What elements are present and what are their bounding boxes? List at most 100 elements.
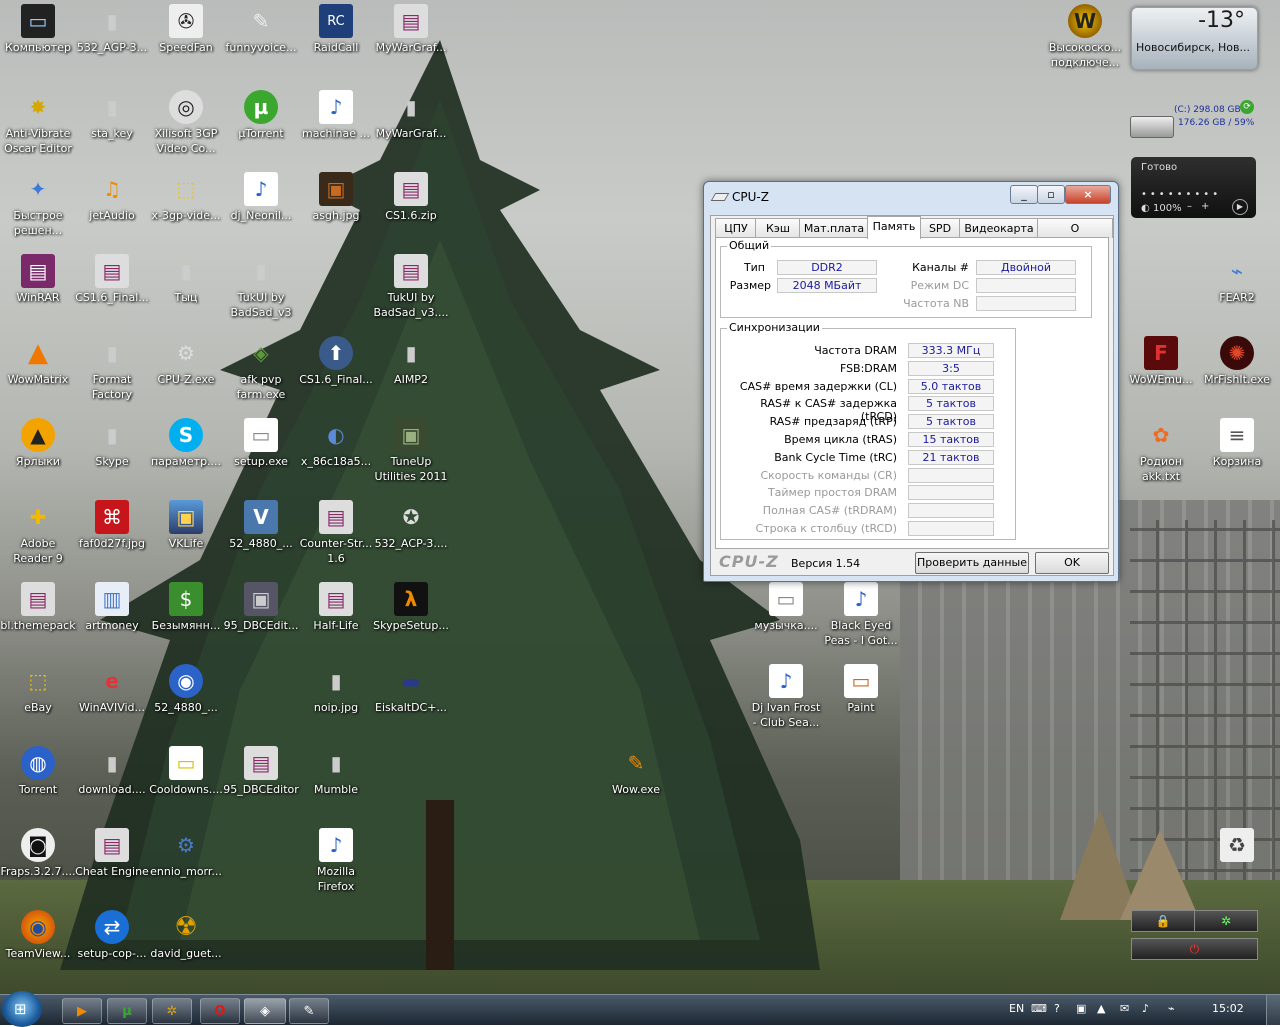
desktop-icon-cs16-final-folder[interactable]: ▮ AIMP2 bbox=[373, 336, 449, 387]
desktop-icon-anti-vibrate[interactable]: ✸ Anti-Vibrate Oscar Editor bbox=[0, 90, 76, 156]
desktop-icon-shortcuts[interactable]: ▮ Skype bbox=[74, 418, 150, 469]
ok-button[interactable]: OK bbox=[1035, 552, 1109, 574]
desktop-icon-half-life[interactable]: λ SkypeSetup... bbox=[373, 582, 449, 633]
desktop-icon-532-agp[interactable]: ▮ 532_AGP-3... bbox=[74, 4, 150, 55]
desktop-icon-wowemu[interactable]: ✺ MrFishIt.exe bbox=[1199, 336, 1275, 387]
desktop-icon-wowmatrix[interactable]: ▮ Format Factory bbox=[74, 336, 150, 402]
desktop-icon-eiskalt[interactable]: ◍ Torrent bbox=[0, 746, 76, 797]
desktop-icon-vlc[interactable]: ▲ WowMatrix bbox=[0, 336, 76, 387]
desktop-icon-cooldowns[interactable]: ▤ 95_DBCEditor bbox=[223, 746, 299, 797]
desktop-icon-ebay[interactable]: e WinAVIVid... bbox=[74, 664, 150, 715]
restart-button[interactable]: ✲ bbox=[1194, 910, 1258, 932]
keyboard-icon[interactable]: ⌨ bbox=[1031, 1002, 1047, 1015]
close-button[interactable]: × bbox=[1065, 185, 1111, 204]
desktop-icon-mywargraf-archive[interactable]: ▤ MyWarGraf... bbox=[373, 4, 449, 55]
desktop-icon-raidcall[interactable]: RC RaidCall bbox=[298, 4, 374, 55]
envelope-icon[interactable]: ✉ bbox=[1120, 1002, 1129, 1015]
desktop-icon-torrent[interactable]: ▮ download.... bbox=[74, 746, 150, 797]
taskbar-media-player[interactable]: ▶ bbox=[62, 998, 102, 1024]
tab-mainboard[interactable]: Мат.плата bbox=[799, 218, 869, 238]
desktop-icon-tukui-archive[interactable]: ▤ TukUI by BadSad_v3.... bbox=[373, 254, 449, 320]
raidcall-tray-icon[interactable]: ▣ bbox=[1076, 1002, 1086, 1015]
cpuz-titlebar[interactable]: CPU-Z _ ▫ × bbox=[704, 182, 1118, 210]
desktop-icon-wow[interactable]: W Высокоско... подключе... bbox=[1047, 4, 1123, 70]
power-button[interactable]: ⏻ bbox=[1131, 938, 1258, 960]
desktop-icon-aimp2[interactable]: ▲ Ярлыки bbox=[0, 418, 76, 469]
desktop-icon-winavi[interactable]: ◉ 52_4880_... bbox=[148, 664, 224, 715]
desktop-icon-parameters[interactable]: ▭ setup.exe bbox=[223, 418, 299, 469]
desktop-icon-paint[interactable]: ✎ Wow.exe bbox=[598, 746, 674, 797]
volume-up-icon[interactable]: + bbox=[1201, 201, 1209, 212]
minimize-button[interactable]: _ bbox=[1010, 185, 1038, 204]
validate-button[interactable]: Проверить данные bbox=[915, 552, 1029, 574]
desktop-icon-bl-themepack[interactable]: ▥ artmoney bbox=[74, 582, 150, 633]
desktop-icon-music[interactable]: ♪ Black Eyed Peas - I Got... bbox=[823, 582, 899, 648]
desktop-icon-dj-neonil[interactable]: ♪ dj_Neonil... bbox=[223, 172, 299, 223]
desktop-icon-vklife[interactable]: V 52_4880_... bbox=[223, 500, 299, 551]
desktop-icon-black-eyed-peas[interactable]: ♪ Dj Ivan Frost - Club Sea... bbox=[748, 664, 824, 730]
desktop-icon-ennio[interactable]: ♪ Mozilla Firefox bbox=[298, 828, 374, 894]
maximize-button[interactable]: ▫ bbox=[1037, 185, 1065, 204]
desktop-icon-cs16-zip[interactable]: ▤ CS1.6.zip bbox=[373, 172, 449, 223]
weather-gadget[interactable]: -13° Новосибирск, Нов... bbox=[1131, 7, 1258, 70]
desktop-icon-adobe-reader[interactable]: ⌘ faf0d27f.jpg bbox=[74, 500, 150, 551]
desktop-icon-speedfan[interactable]: ✇ SpeedFan bbox=[148, 4, 224, 55]
desktop-icon-95-dbceditor[interactable]: ▮ Mumble bbox=[298, 746, 374, 797]
desktop-icon-skype[interactable]: Sпараметр.... bbox=[148, 418, 224, 469]
volume-down-icon[interactable]: – bbox=[1187, 201, 1192, 212]
drive-gadget[interactable]: (C:) 298.08 GB 176.26 GB / 59% ⟳ bbox=[1130, 100, 1260, 142]
taskbar-app-3[interactable]: ✲ bbox=[152, 998, 192, 1024]
start-button[interactable]: ⊞ bbox=[2, 991, 42, 1027]
desktop-icon-95-dbcedit-archive[interactable]: ▤ Half-Life bbox=[298, 582, 374, 633]
tab-graphics[interactable]: Видеокарта bbox=[959, 218, 1039, 238]
desktop-icon-asgh[interactable]: ▣ asgh.jpg bbox=[298, 172, 374, 223]
desktop-icon-faf0d27f[interactable]: ▣ VKLife bbox=[148, 500, 224, 551]
player-gadget[interactable]: Готово ••••••••• ◐ 100% – + ▶ bbox=[1131, 157, 1256, 218]
speaker-icon[interactable]: ♪ bbox=[1142, 1002, 1149, 1015]
tab-spd[interactable]: SPD bbox=[919, 218, 961, 238]
taskbar-utorrent[interactable]: µ bbox=[107, 998, 147, 1024]
desktop-icon-532-acp[interactable]: ▤ bl.themepack bbox=[0, 582, 76, 633]
desktop-icon-jetaudio[interactable]: ♫ jetAudio bbox=[74, 172, 150, 223]
desktop-icon-counter-strike[interactable]: ✪ 532_ACP-3.... bbox=[373, 500, 449, 551]
desktop-icon-rodion-akk[interactable]: ≡ Корзина bbox=[1199, 418, 1275, 469]
desktop-icon-sta-key[interactable]: ▮ sta_key bbox=[74, 90, 150, 141]
desktop-icon-mywargraf-folder[interactable]: ▮ MyWarGraf... bbox=[373, 90, 449, 141]
taskbar-paint[interactable]: ✎ bbox=[289, 998, 329, 1024]
desktop-icon-noip[interactable]: ▬ EiskaltDC+... bbox=[373, 664, 449, 715]
desktop-icon-xilisoft[interactable]: ◎ Xilisoft 3GP Video Co... bbox=[148, 90, 224, 156]
network-tray-icon[interactable]: ⌁ bbox=[1168, 1002, 1175, 1015]
desktop-icon-fast-solution[interactable]: ✦ Быстрое решен... bbox=[0, 172, 76, 238]
volume-icon[interactable]: ◐ bbox=[1141, 203, 1150, 214]
desktop-icon-broadband[interactable]: ⌁ FEAR2 bbox=[1199, 254, 1275, 305]
desktop-icon-utorrent[interactable]: µ µTorrent bbox=[223, 90, 299, 141]
desktop-icon-52-4880-folder[interactable]: ▮ noip.jpg bbox=[298, 664, 374, 715]
desktop-icon-teamviewer[interactable]: ⇄ setup-cop-... bbox=[74, 910, 150, 961]
taskbar-cpuz[interactable]: ◈ bbox=[244, 998, 286, 1024]
desktop-icon-funnyvoice[interactable]: ✎ funnyvoice... bbox=[223, 4, 299, 55]
desktop-icon-afk-pvp[interactable]: ⬆ CS1.6_Final... bbox=[298, 336, 374, 387]
desktop-icon-cpuz[interactable]: ◈ afk pvp farm.exe bbox=[223, 336, 299, 402]
desktop-icon-david-guetta[interactable]: ▭ музычка.... bbox=[748, 582, 824, 633]
play-icon[interactable]: ▶ bbox=[1232, 199, 1248, 215]
desktop-icon-x86c18a5[interactable]: ▣ TuneUp Utilities 2011 bbox=[373, 418, 449, 484]
desktop-icon-computer[interactable]: ▭ Компьютер bbox=[0, 4, 76, 55]
desktop-icon-setup-exe[interactable]: ◐ x_86c18a5... bbox=[298, 418, 374, 469]
desktop-icon-fraps[interactable]: ▤ Cheat Engine bbox=[74, 828, 150, 879]
desktop-icon-tyts[interactable]: ▮ Тыц bbox=[148, 254, 224, 305]
tab-cache[interactable]: Кэш bbox=[755, 218, 801, 238]
desktop-icon-artmoney[interactable]: $ Безымянн... bbox=[148, 582, 224, 633]
desktop-icon-firefox[interactable]: ◉ TeamView... bbox=[0, 910, 76, 961]
desktop-icon-setup-cop[interactable]: ☢ david_guet... bbox=[148, 910, 224, 961]
desktop-icon-tuneup[interactable]: ✚ Adobe Reader 9 bbox=[0, 500, 76, 566]
lock-button[interactable]: 🔒 bbox=[1131, 910, 1195, 932]
desktop-icon-download[interactable]: ▭ Cooldowns.... bbox=[148, 746, 224, 797]
tab-memory[interactable]: Память bbox=[867, 216, 921, 239]
cpuz-window[interactable]: CPU-Z _ ▫ × ЦПУ Кэш Мат.плата Память SPD… bbox=[703, 181, 1119, 582]
tab-about[interactable]: О программе bbox=[1037, 218, 1113, 254]
desktop-icon-winrar[interactable]: ▤ WinRAR bbox=[0, 254, 76, 305]
desktop-icon-dj-ivan-frost[interactable]: ▭ Paint bbox=[823, 664, 899, 715]
desktop-icon-mrfishit[interactable]: ✿ Родион akk.txt bbox=[1123, 418, 1199, 484]
desktop-icon-cs16-final-archive[interactable]: ▤ CS1.6_Final... bbox=[74, 254, 150, 305]
drive-refresh-icon[interactable]: ⟳ bbox=[1240, 100, 1254, 114]
